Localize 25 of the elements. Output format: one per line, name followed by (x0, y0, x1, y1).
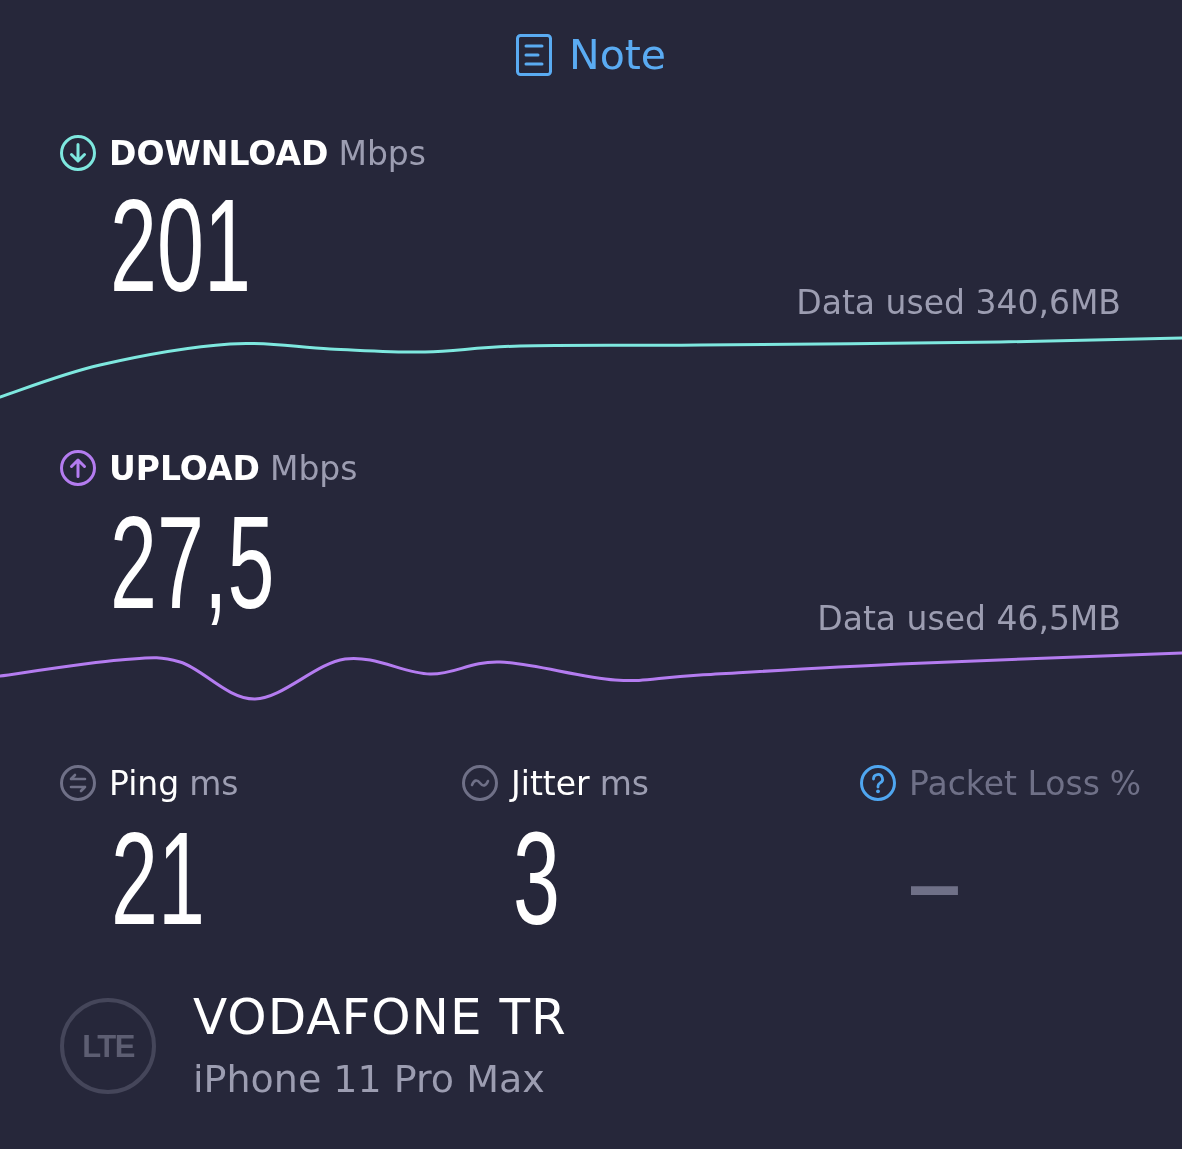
metric-value: 3 (513, 813, 560, 945)
metric-value: – (911, 813, 958, 945)
unit-label: % (1109, 766, 1142, 800)
unit-label: ms (599, 766, 649, 800)
note-icon (515, 34, 552, 76)
speed-value: 27,5 (110, 497, 275, 629)
help-icon[interactable] (860, 765, 896, 801)
data-used-label: Data used 46,5MB (817, 602, 1121, 635)
network-type-badge: LTE (60, 998, 156, 1094)
metric-label: Packet Loss (909, 766, 1100, 800)
wave-icon (462, 765, 498, 801)
unit-label: ms (189, 766, 239, 800)
metric-label: DOWNLOAD (109, 136, 329, 170)
data-used-label: Data used 340,6MB (796, 286, 1121, 319)
note-button[interactable]: Note (515, 34, 667, 76)
unit-label: Mbps (269, 451, 358, 485)
metric-value: 21 (111, 813, 205, 945)
speed-value: 201 (110, 180, 251, 312)
carrier-name: VODAFONE TR (193, 992, 567, 1042)
device-name: iPhone 11 Pro Max (193, 1060, 546, 1098)
metric-label: UPLOAD (109, 451, 260, 485)
metric-label: Jitter (511, 766, 590, 800)
unit-label: Mbps (338, 136, 426, 170)
swap-arrows-icon (60, 765, 96, 801)
metric-label: Ping (109, 766, 180, 800)
